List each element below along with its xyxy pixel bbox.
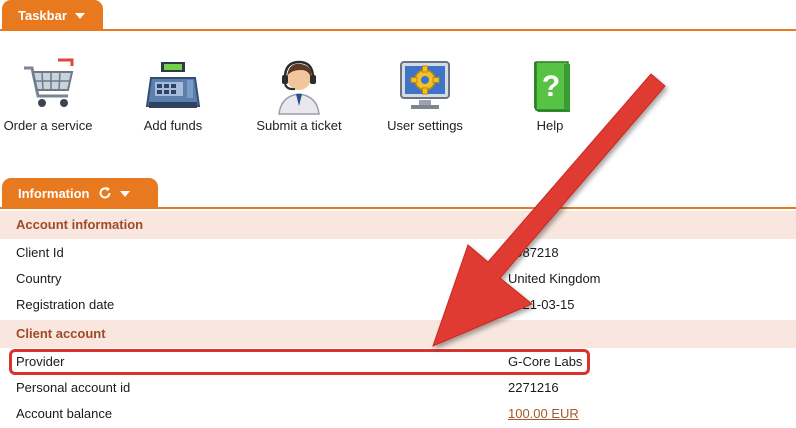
section-header-account-information: Account information <box>0 211 796 239</box>
taskbar-divider <box>0 29 796 31</box>
refresh-icon[interactable] <box>98 186 112 200</box>
user-settings-button[interactable]: User settings <box>370 56 480 133</box>
add-funds-button[interactable]: Add funds <box>118 56 228 133</box>
order-service-label: Order a service <box>3 118 93 133</box>
help-book-icon: ? <box>520 56 580 116</box>
row-value-personal-account-id: 2271216 <box>508 380 559 395</box>
row-value-client-id: 1987218 <box>508 245 559 260</box>
table-row: Personal account id 2271216 <box>0 375 796 401</box>
cash-register-icon <box>143 56 203 116</box>
user-settings-label: User settings <box>387 118 463 133</box>
submit-ticket-label: Submit a ticket <box>256 118 342 133</box>
chevron-down-icon[interactable] <box>74 13 85 19</box>
account-balance-link[interactable]: 100.00 EUR <box>508 401 579 427</box>
row-label-personal-account-id: Personal account id <box>16 380 131 395</box>
chevron-down-icon[interactable] <box>119 191 130 197</box>
help-label: Help <box>536 118 564 133</box>
settings-monitor-icon <box>395 56 455 116</box>
support-agent-icon <box>269 56 329 116</box>
table-row: Registration date 2021-03-15 <box>0 292 796 318</box>
submit-ticket-button[interactable]: Submit a ticket <box>244 56 354 133</box>
shopping-cart-icon <box>18 56 78 116</box>
section-header-client-account: Client account <box>0 320 796 348</box>
information-tab-label: Information <box>18 185 90 201</box>
taskbar-tab[interactable]: Taskbar <box>2 0 103 30</box>
taskbar-tab-label: Taskbar <box>18 7 67 23</box>
table-row: Country United Kingdom <box>0 266 796 292</box>
provider-highlight-box <box>9 349 590 375</box>
row-label-account-balance: Account balance <box>16 406 113 421</box>
row-label-client-id: Client Id <box>16 245 64 260</box>
table-row: Account balance 100.00 EUR <box>0 401 796 427</box>
information-tab[interactable]: Information <box>2 178 158 208</box>
row-value-country: United Kingdom <box>508 271 601 286</box>
information-divider <box>0 207 796 209</box>
order-service-button[interactable]: Order a service <box>0 56 103 133</box>
row-value-registration-date: 2021-03-15 <box>508 297 575 312</box>
row-label-country: Country <box>16 271 62 286</box>
table-row: Client Id 1987218 <box>0 240 796 266</box>
help-button[interactable]: ? Help <box>495 56 605 133</box>
row-label-registration-date: Registration date <box>16 297 115 312</box>
svg-text:?: ? <box>542 70 560 103</box>
add-funds-label: Add funds <box>143 118 203 133</box>
